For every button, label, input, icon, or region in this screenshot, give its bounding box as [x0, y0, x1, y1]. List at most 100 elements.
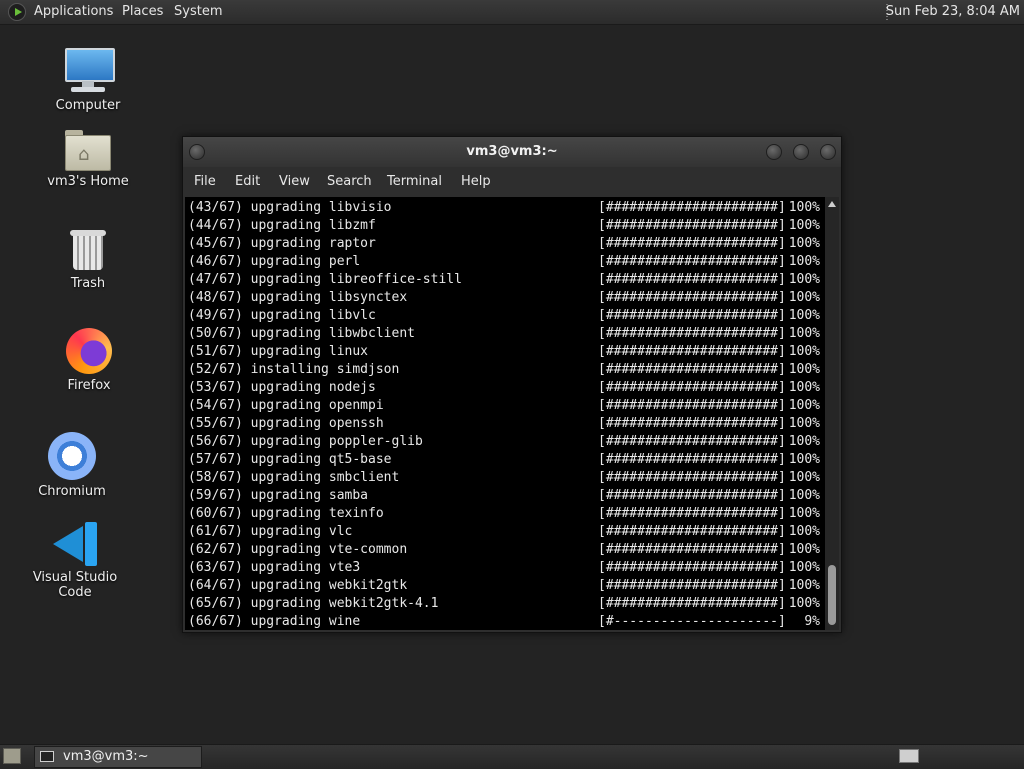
progress-percent: 100% — [788, 470, 820, 485]
vscode-icon — [53, 522, 97, 566]
desktop-icon-label: Visual Studio Code — [32, 570, 118, 600]
menu-search[interactable]: Search — [327, 167, 372, 197]
terminal-line-text: (44/67) upgrading libzmf — [188, 218, 376, 233]
terminal-icon — [40, 751, 54, 762]
places-menu[interactable]: Places — [122, 0, 163, 24]
progress-percent: 100% — [788, 560, 820, 575]
progress-percent: 100% — [788, 416, 820, 431]
progress-bar-text: [######################] — [598, 344, 786, 359]
progress-bar-text: [######################] — [598, 380, 786, 395]
bottom-panel: vm3@vm3:~ — [0, 744, 1024, 769]
terminal-line-text: (58/67) upgrading smbclient — [188, 470, 400, 485]
workspace-switcher[interactable] — [899, 749, 919, 763]
menu-file[interactable]: File — [194, 167, 216, 197]
terminal-line: (63/67) upgrading vte3 [#################… — [188, 559, 820, 577]
taskbar-item-label: vm3@vm3:~ — [63, 749, 149, 764]
menu-help[interactable]: Help — [461, 167, 491, 197]
terminal-line-text: (65/67) upgrading webkit2gtk-4.1 — [188, 596, 439, 611]
scrollbar-thumb[interactable] — [828, 565, 836, 625]
desktop-icon-chromium[interactable]: Chromium — [17, 432, 127, 499]
terminal-line: (64/67) upgrading webkit2gtk [###########… — [188, 577, 820, 595]
progress-percent: 100% — [788, 506, 820, 521]
clock[interactable]: Sun Feb 23, 8:04 AM — [886, 0, 1020, 24]
progress-percent: 100% — [788, 434, 820, 449]
progress-percent: 100% — [788, 344, 820, 359]
desktop-icon-firefox[interactable]: Firefox — [34, 328, 144, 393]
progress-bar-text: [######################] — [598, 362, 786, 377]
progress-bar-text: [######################] — [598, 506, 786, 521]
progress-bar-text: [######################] — [598, 578, 786, 593]
progress-percent: 100% — [788, 236, 820, 251]
progress-bar-text: [######################] — [598, 524, 786, 539]
terminal-line-text: (59/67) upgrading samba — [188, 488, 369, 503]
taskbar-item-terminal[interactable]: vm3@vm3:~ — [34, 746, 202, 768]
terminal-line-text: (56/67) upgrading poppler-glib — [188, 434, 423, 449]
system-menu[interactable]: System — [174, 0, 222, 24]
progress-percent: 100% — [788, 524, 820, 539]
terminal-line: (55/67) upgrading openssh [##############… — [188, 415, 820, 433]
close-button[interactable] — [820, 144, 836, 160]
terminal-line-text: (62/67) upgrading vte-common — [188, 542, 408, 557]
menu-terminal[interactable]: Terminal — [387, 167, 442, 197]
progress-percent: 100% — [788, 308, 820, 323]
menu-view[interactable]: View — [279, 167, 310, 197]
terminal-scrollbar[interactable] — [825, 197, 839, 630]
progress-percent: 100% — [788, 272, 820, 287]
terminal-window: vm3@vm3:~ File Edit View Search Terminal… — [182, 136, 842, 633]
terminal-line: (52/67) installing simdjson [############… — [188, 361, 820, 379]
terminal-line-text: (50/67) upgrading libwbclient — [188, 326, 415, 341]
terminal-line-text: (46/67) upgrading perl — [188, 254, 361, 269]
terminal-line-text: (57/67) upgrading qt5-base — [188, 452, 392, 467]
progress-percent: 100% — [788, 452, 820, 467]
terminal-line-text: (48/67) upgrading libsynctex — [188, 290, 408, 305]
applications-menu[interactable]: Applications — [34, 0, 113, 24]
terminal-line: (58/67) upgrading smbclient [############… — [188, 469, 820, 487]
terminal-line-text: (52/67) installing simdjson — [188, 362, 400, 377]
terminal-line: (50/67) upgrading libwbclient [##########… — [188, 325, 820, 343]
terminal-line: (47/67) upgrading libreoffice-still [####… — [188, 271, 820, 289]
progress-percent: 100% — [788, 290, 820, 305]
progress-percent: 100% — [788, 362, 820, 377]
progress-bar-text: [######################] — [598, 560, 786, 575]
terminal-line: (66/67) upgrading wine [#----------------… — [188, 613, 820, 630]
progress-bar-text: [#---------------------] — [598, 614, 786, 629]
progress-percent: 100% — [788, 254, 820, 269]
desktop-icon-label: Computer — [55, 98, 121, 113]
progress-bar-text: [######################] — [598, 200, 786, 215]
terminal-line: (45/67) upgrading raptor [###############… — [188, 235, 820, 253]
computer-icon — [63, 46, 115, 94]
progress-bar-text: [######################] — [598, 542, 786, 557]
progress-percent: 100% — [788, 596, 820, 611]
progress-bar-text: [######################] — [598, 488, 786, 503]
desktop-icon-label: Firefox — [67, 378, 111, 393]
minimize-button[interactable] — [766, 144, 782, 160]
firefox-icon — [66, 328, 112, 374]
window-titlebar[interactable]: vm3@vm3:~ — [183, 137, 841, 167]
progress-percent: 9% — [804, 614, 820, 629]
progress-bar-text: [######################] — [598, 254, 786, 269]
desktop-icon-home[interactable]: ⌂ vm3's Home — [33, 130, 143, 189]
desktop-icon-label: vm3's Home — [47, 174, 129, 189]
terminal-line-text: (61/67) upgrading vlc — [188, 524, 353, 539]
scroll-up-arrow-icon[interactable] — [828, 201, 836, 207]
maximize-button[interactable] — [793, 144, 809, 160]
progress-bar-text: [######################] — [598, 290, 786, 305]
progress-bar-text: [######################] — [598, 326, 786, 341]
terminal-line: (62/67) upgrading vte-common [###########… — [188, 541, 820, 559]
terminal-line-text: (53/67) upgrading nodejs — [188, 380, 376, 395]
applications-icon[interactable] — [8, 3, 26, 21]
progress-bar-text: [######################] — [598, 452, 786, 467]
terminal-output[interactable]: (43/67) upgrading libvisio [#############… — [185, 197, 825, 630]
progress-bar-text: [######################] — [598, 218, 786, 233]
menu-edit[interactable]: Edit — [235, 167, 260, 197]
progress-bar-text: [######################] — [598, 308, 786, 323]
terminal-line: (48/67) upgrading libsynctex [###########… — [188, 289, 820, 307]
desktop-icon-label: Trash — [70, 276, 106, 291]
progress-percent: 100% — [788, 380, 820, 395]
terminal-line-text: (43/67) upgrading libvisio — [188, 200, 392, 215]
progress-percent: 100% — [788, 578, 820, 593]
show-desktop-icon[interactable] — [3, 748, 21, 764]
desktop-icon-computer[interactable]: Computer — [33, 46, 143, 113]
desktop-icon-vscode[interactable]: Visual Studio Code — [19, 522, 131, 600]
desktop-icon-trash[interactable]: Trash — [33, 230, 143, 291]
